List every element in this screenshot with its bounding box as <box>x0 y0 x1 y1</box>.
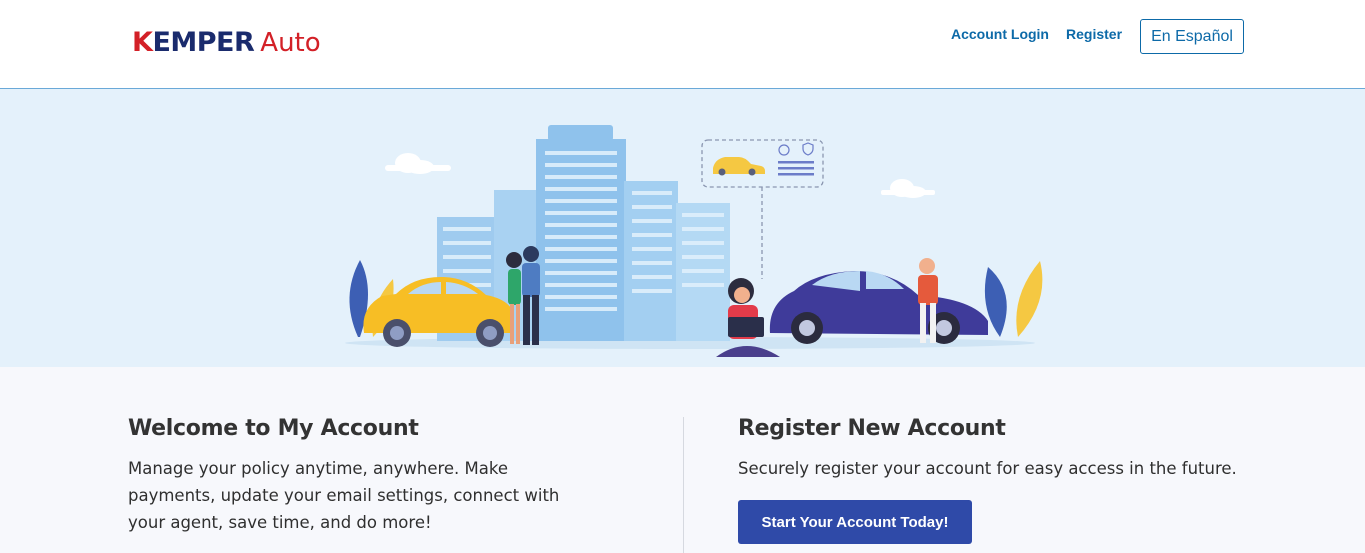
welcome-section: Welcome to My Account Manage your policy… <box>128 416 588 536</box>
plant-right <box>984 261 1043 337</box>
cloud-icon <box>385 153 451 174</box>
register-section: Register New Account Securely register y… <box>738 416 1258 482</box>
cloud-icon <box>881 179 935 198</box>
dollar-icon <box>778 144 790 156</box>
register-title: Register New Account <box>738 416 1006 441</box>
start-account-button[interactable]: Start Your Account Today! <box>738 500 972 544</box>
section-divider <box>683 417 684 553</box>
hero-banner <box>0 89 1365 367</box>
hero-illustration <box>345 125 1043 357</box>
logo-product: Auto <box>260 28 321 58</box>
purple-car <box>769 271 988 344</box>
register-link[interactable]: Register <box>1066 26 1122 42</box>
kemper-auto-logo[interactable]: KEMPER Auto <box>132 27 321 59</box>
site-header: KEMPER Auto Account Login Register En Es… <box>0 0 1365 89</box>
account-login-link[interactable]: Account Login <box>951 26 1049 42</box>
shield-icon <box>802 142 814 156</box>
welcome-description: Manage your policy anytime, anywhere. Ma… <box>128 459 560 532</box>
welcome-title: Welcome to My Account <box>128 416 419 441</box>
register-description: Securely register your account for easy … <box>738 459 1237 478</box>
spanish-language-button[interactable]: En Español <box>1140 19 1244 54</box>
logo-brand: KEMPER <box>132 27 255 58</box>
